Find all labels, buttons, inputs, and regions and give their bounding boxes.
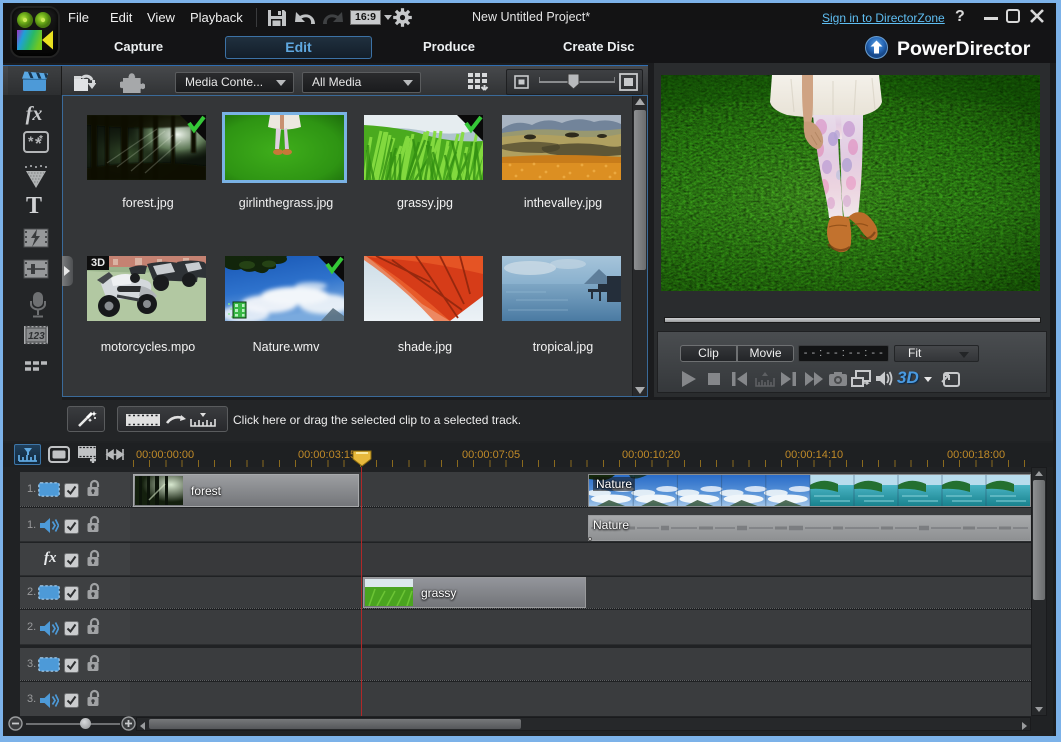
svg-text:123: 123 xyxy=(28,331,45,342)
svg-text:*: * xyxy=(28,133,34,149)
svg-text:*: * xyxy=(39,134,43,145)
